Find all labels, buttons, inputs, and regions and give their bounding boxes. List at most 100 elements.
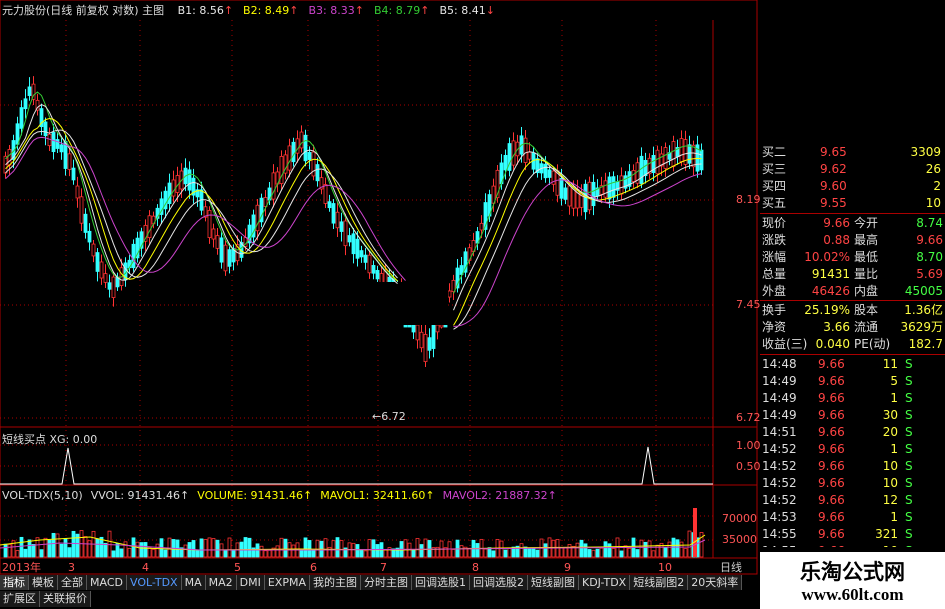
- bid-volume: 10: [925, 196, 941, 210]
- tab-16[interactable]: 20天斜率: [688, 575, 743, 590]
- candle-body: [315, 164, 320, 182]
- volume-bar: [67, 547, 72, 558]
- stat-label: 流通: [854, 320, 879, 334]
- tab-6[interactable]: MA2: [205, 575, 237, 590]
- candle-body: [367, 254, 372, 274]
- tab-12[interactable]: 回调选股2: [469, 575, 528, 590]
- stat-value: 182.7: [908, 337, 943, 351]
- volume-bar: [43, 537, 48, 558]
- candle-body: [43, 121, 48, 137]
- tick-time: 14:49: [762, 408, 797, 422]
- volume-bar: [107, 530, 112, 558]
- stat-label: 外盘: [762, 284, 787, 298]
- tick-price: 9.66: [818, 459, 845, 473]
- volume-bar: [247, 537, 252, 558]
- volume-bar: [675, 539, 680, 558]
- volume-bar: [459, 545, 464, 558]
- volume-bar: [215, 539, 220, 558]
- tab-3[interactable]: MACD: [87, 575, 127, 590]
- volume-bar: [595, 548, 600, 558]
- volume-bar: [155, 543, 160, 558]
- stat-label: 换手: [762, 303, 787, 317]
- tick-row: 14:49 9.66 1 S: [760, 390, 945, 407]
- candle-body: [83, 213, 88, 233]
- tick-row: 14:53 9.66 1 S: [760, 509, 945, 526]
- volume-bar: [587, 549, 592, 558]
- volume-bar: [203, 539, 208, 558]
- volume-bar: [531, 547, 536, 558]
- volume-bar: [15, 550, 20, 558]
- volume-bar: [95, 538, 100, 558]
- tab-9[interactable]: 我的主图: [309, 575, 361, 590]
- stat-row: 现价 9.66 今开 8.74: [760, 215, 945, 232]
- tab-15[interactable]: 短线副图2: [630, 575, 689, 590]
- candle-body: [371, 265, 376, 274]
- tick-time: 14:52: [762, 442, 797, 456]
- candle-body: [287, 145, 292, 171]
- stat-row: 收益(三) 0.040 PE(动) 182.7: [760, 336, 945, 353]
- volume-bar: [687, 530, 692, 558]
- band-arrow-1: ↑: [223, 4, 234, 17]
- volume-bar: [627, 547, 632, 558]
- candle-body: [291, 141, 296, 163]
- candle-body: [343, 220, 348, 247]
- tab-11[interactable]: 回调选股1: [411, 575, 470, 590]
- volume-bar: [651, 550, 656, 558]
- bid-label: 买二: [762, 145, 787, 159]
- stat-label: 涨幅: [762, 250, 787, 264]
- stat-row: 净资 3.66 流通 3629万: [760, 319, 945, 336]
- volume-bar: [363, 550, 368, 558]
- volume-legend-item: MAVOL1: 32411.60↑: [320, 489, 435, 502]
- volume-bar: [99, 536, 104, 558]
- candle-body: [359, 250, 364, 258]
- period-label[interactable]: 日线: [720, 561, 742, 574]
- volume-bar: [27, 539, 32, 558]
- volume-legend-item: VOL-TDX(5,10): [2, 489, 83, 502]
- tab-5[interactable]: MA: [181, 575, 206, 590]
- tab-13[interactable]: 短线副图: [527, 575, 579, 590]
- tab-1[interactable]: 模板: [29, 575, 58, 590]
- volume-bar: [575, 542, 580, 558]
- tab-1[interactable]: 关联报价: [40, 591, 91, 607]
- volume-legend-item: VOLUME: 91431.46↑: [197, 489, 313, 502]
- watermark-url: www.60lt.com: [801, 585, 904, 604]
- tab-7[interactable]: DMI: [236, 575, 265, 590]
- volume-bar: [335, 537, 340, 558]
- tab-2[interactable]: 全部: [58, 575, 87, 590]
- candle-body: [27, 86, 32, 96]
- volume-bars: [0, 508, 706, 558]
- month-label: 10: [658, 561, 672, 574]
- volume-bar: [323, 538, 328, 558]
- tab-0[interactable]: 扩展区: [0, 591, 40, 607]
- volume-bar: [83, 536, 88, 558]
- candle-body: [607, 176, 612, 200]
- volume-bar: [611, 548, 616, 558]
- tick-volume: 1: [890, 510, 898, 524]
- volume-bar: [47, 539, 52, 558]
- candle-body: [431, 324, 436, 349]
- volume-tick-label: 70000: [722, 512, 757, 525]
- tab-14[interactable]: KDJ-TDX: [578, 575, 631, 590]
- volume-legend-item: VVOL: 91431.46↑: [90, 489, 190, 502]
- tab-4[interactable]: VOL-TDX: [126, 575, 182, 590]
- tick-row: 14:52 9.66 10 S: [760, 458, 945, 475]
- candle-body: [335, 211, 340, 229]
- volume-bar: [339, 540, 344, 558]
- tick-side: S: [905, 374, 913, 388]
- volume-bar: [331, 540, 336, 558]
- candle-body: [543, 163, 548, 179]
- tab-0[interactable]: 指标: [0, 575, 29, 590]
- band-arrow-5: ↓: [485, 4, 495, 17]
- tab-8[interactable]: EXPMA: [264, 575, 310, 590]
- candle-body: [523, 137, 528, 163]
- band-arrow-4: ↑: [420, 4, 430, 17]
- tab-10[interactable]: 分时主图: [360, 575, 412, 590]
- candle-body: [303, 134, 308, 162]
- tick-row: 14:52 9.66 1 S: [760, 441, 945, 458]
- candle-body: [411, 324, 416, 333]
- tick-price: 9.66: [818, 476, 845, 490]
- tick-row: 14:48 9.66 11 S: [760, 356, 945, 373]
- tick-volume: 1: [890, 391, 898, 405]
- tick-price: 9.66: [818, 543, 845, 547]
- tick-row: 14:52 9.66 12 S: [760, 492, 945, 509]
